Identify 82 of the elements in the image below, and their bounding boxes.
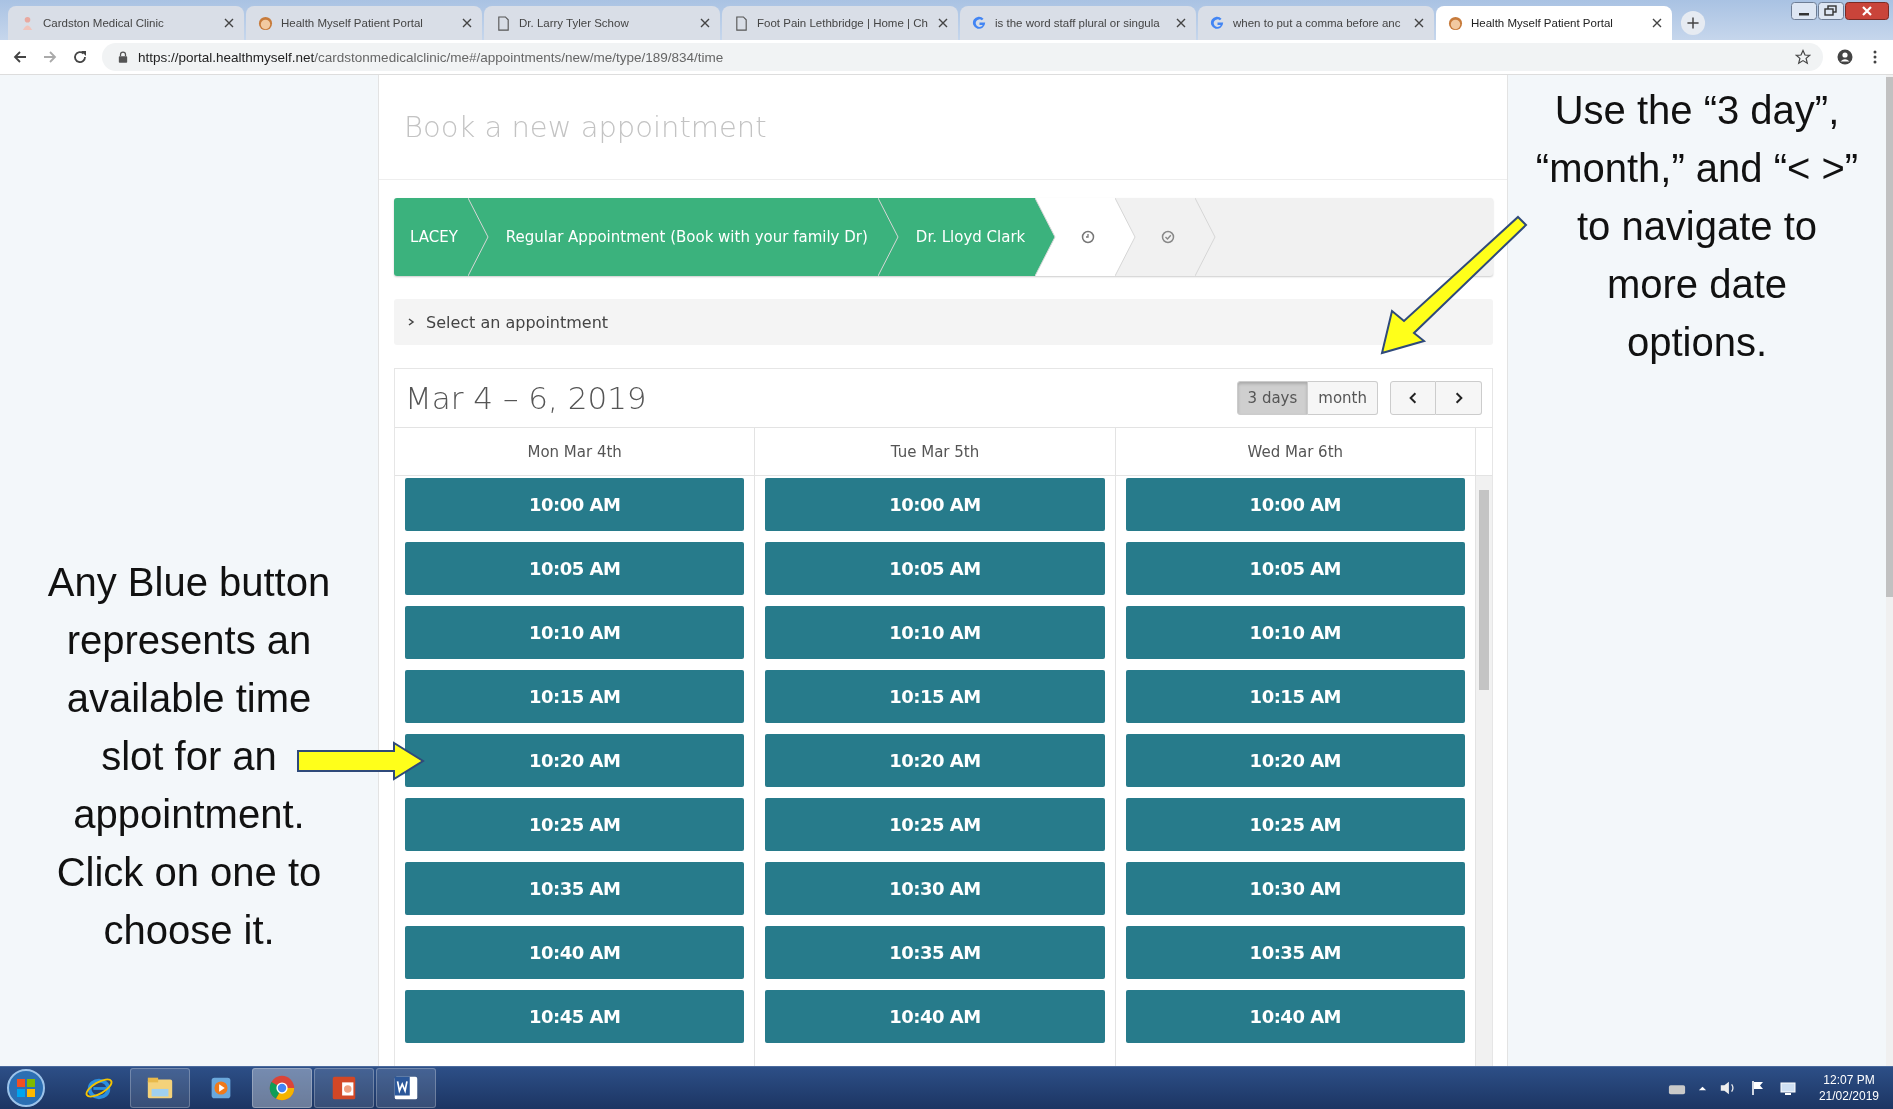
- time-slot-button[interactable]: 10:40 AM: [1125, 990, 1465, 1043]
- google-icon: [1210, 15, 1225, 31]
- time-slot-button[interactable]: 10:15 AM: [765, 670, 1105, 723]
- browser-tab[interactable]: Health Myself Patient Portal: [1436, 6, 1672, 40]
- face-icon: [258, 15, 273, 31]
- close-icon[interactable]: [224, 18, 234, 28]
- close-icon[interactable]: [700, 18, 710, 28]
- restore-icon[interactable]: [1818, 2, 1844, 20]
- time-slot-button[interactable]: 10:00 AM: [1125, 478, 1465, 531]
- chrome-icon[interactable]: [267, 1073, 297, 1103]
- page-scrollbar[interactable]: [1886, 75, 1893, 1066]
- close-icon[interactable]: [1176, 18, 1186, 28]
- close-icon[interactable]: [938, 18, 948, 28]
- time-slot-button[interactable]: 10:30 AM: [765, 862, 1105, 915]
- chevron-left-icon: [1407, 392, 1419, 404]
- breadcrumb-step[interactable]: LACEY: [394, 198, 490, 276]
- browser-tab[interactable]: is the word staff plural or singula: [960, 6, 1196, 40]
- time-slot-button[interactable]: 10:40 AM: [765, 990, 1105, 1043]
- annotation-text: Use the “3 day”, “month,” and “< >” to navigate to more date options.: [1534, 87, 1860, 366]
- speaker-icon[interactable]: [1718, 1080, 1737, 1096]
- time-slot-button[interactable]: 10:20 AM: [1125, 734, 1465, 787]
- time-slot-button[interactable]: 10:35 AM: [405, 862, 745, 915]
- accordion-header[interactable]: Select an appointment: [394, 299, 1493, 345]
- start-button[interactable]: [6, 1068, 46, 1108]
- time-slot-button[interactable]: 10:25 AM: [1125, 798, 1465, 851]
- view-button[interactable]: month: [1308, 381, 1378, 415]
- network-icon[interactable]: [1778, 1080, 1797, 1096]
- browser-tab[interactable]: when to put a comma before anc: [1198, 6, 1434, 40]
- annotation-text: Any Blue button represents an available time slot for an appointment. Click on one to choose it.: [46, 559, 332, 954]
- time-slot-button[interactable]: 10:35 AM: [1125, 926, 1465, 979]
- time-slot-button[interactable]: 10:45 AM: [405, 990, 745, 1043]
- google-icon: [972, 15, 987, 31]
- time-slot-button[interactable]: 10:05 AM: [405, 542, 745, 595]
- close-icon[interactable]: [1652, 18, 1662, 28]
- time-slot-button[interactable]: 10:25 AM: [765, 798, 1105, 851]
- time-slot-button[interactable]: 10:10 AM: [765, 606, 1105, 659]
- day-header: Wed Mar 6th: [1115, 428, 1476, 475]
- lock-icon: [118, 51, 128, 63]
- check-icon: [1161, 230, 1176, 244]
- browser-tab[interactable]: Cardston Medical Clinic: [8, 6, 244, 40]
- clock-time[interactable]: 12:07 PM: [1823, 1072, 1875, 1088]
- time-slot-button[interactable]: 10:10 AM: [405, 606, 745, 659]
- breadcrumb-step[interactable]: Regular Appointment (Book with your family Dr): [489, 198, 900, 276]
- star-icon[interactable]: [1795, 49, 1811, 65]
- chevron-icon: [406, 317, 416, 327]
- account-icon[interactable]: [1837, 49, 1853, 65]
- accordion-title: Select an appointment: [426, 312, 609, 332]
- time-slot-button[interactable]: 10:35 AM: [765, 926, 1105, 979]
- time-slot-button[interactable]: 10:00 AM: [405, 478, 745, 531]
- clock-date[interactable]: 21/02/2019: [1818, 1088, 1879, 1104]
- time-slot-button[interactable]: 10:20 AM: [765, 734, 1105, 787]
- page-icon: [734, 15, 749, 31]
- date-range-title: Mar 4 – 6, 2019: [405, 380, 648, 416]
- day-header: Tue Mar 5th: [755, 428, 1116, 475]
- view-button[interactable]: 3 days: [1236, 381, 1309, 415]
- time-slot-button[interactable]: 10:30 AM: [1125, 862, 1465, 915]
- close-icon[interactable]: [1845, 2, 1889, 20]
- person-icon: [20, 15, 35, 31]
- time-slot-button[interactable]: 10:15 AM: [1125, 670, 1465, 723]
- time-slot-button[interactable]: 10:00 AM: [765, 478, 1105, 531]
- clock-icon: [1081, 230, 1096, 244]
- time-slot-button[interactable]: 10:40 AM: [405, 926, 745, 979]
- close-icon[interactable]: [1414, 18, 1424, 28]
- time-slot-button[interactable]: 10:05 AM: [765, 542, 1105, 595]
- reload-icon[interactable]: [72, 49, 88, 65]
- time-slot-button[interactable]: 10:05 AM: [1125, 542, 1465, 595]
- browser-tab[interactable]: Dr. Larry Tyler Schow: [484, 6, 720, 40]
- face-icon: [1448, 15, 1463, 31]
- breadcrumb-step[interactable]: Dr. Lloyd Clark: [899, 198, 1058, 276]
- time-slot-button[interactable]: 10:25 AM: [405, 798, 745, 851]
- back-icon[interactable]: [12, 49, 28, 65]
- time-slot-button[interactable]: 10:20 AM: [405, 734, 745, 787]
- browser-tab[interactable]: Foot Pain Lethbridge | Home | Ch: [722, 6, 958, 40]
- time-slot-button[interactable]: 10:15 AM: [405, 670, 745, 723]
- minimize-icon[interactable]: [1791, 2, 1817, 20]
- browser-tab[interactable]: Health Myself Patient Portal: [246, 6, 482, 40]
- new-tab-icon[interactable]: [1680, 10, 1706, 36]
- page-title: Book a new appointment: [379, 75, 1507, 180]
- page-icon: [496, 15, 511, 31]
- time-slot-button[interactable]: 10:10 AM: [1125, 606, 1465, 659]
- day-header: Mon Mar 4th: [395, 428, 756, 475]
- close-icon[interactable]: [462, 18, 472, 28]
